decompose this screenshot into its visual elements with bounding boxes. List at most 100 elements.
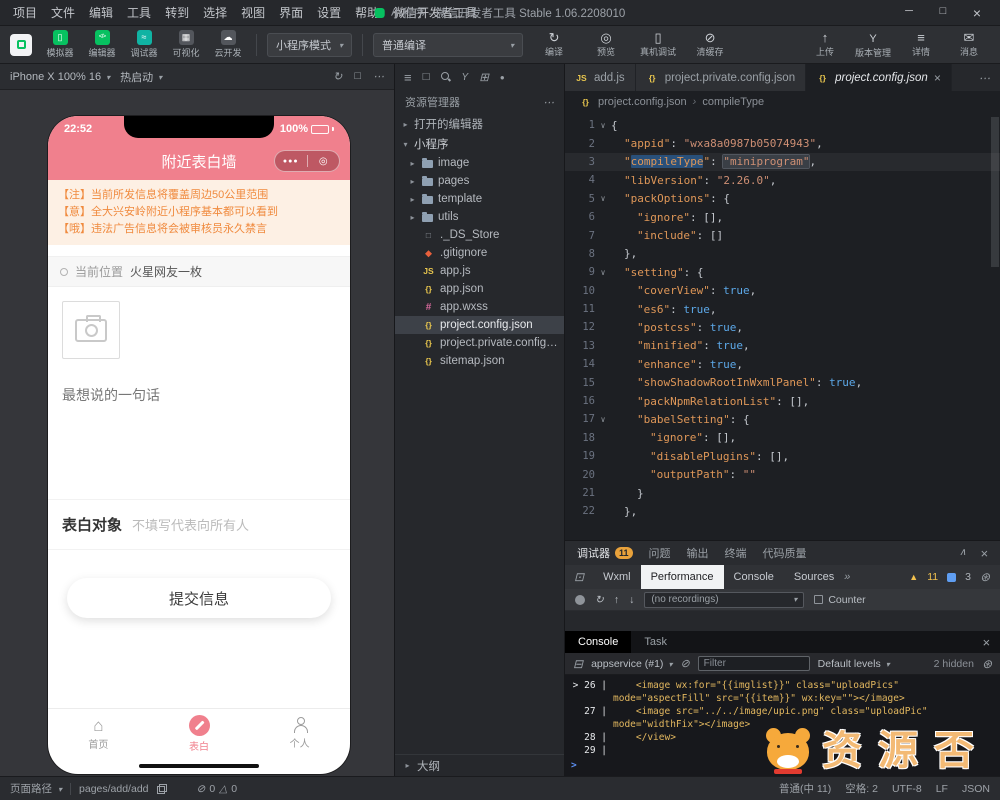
tab-problems[interactable]: 问题 bbox=[649, 545, 671, 561]
counter-checkbox[interactable]: Counter bbox=[814, 594, 866, 606]
device-selector[interactable]: iPhone X 100% 16 bbox=[10, 71, 110, 83]
menu-goto[interactable]: 转到 bbox=[158, 2, 196, 23]
console-output[interactable]: > 26 | <image wx:for="{{imglist}}" class… bbox=[565, 675, 1000, 776]
tree-file-appjson[interactable]: app.json bbox=[395, 280, 564, 298]
capsule-close-icon[interactable]: ◎ bbox=[308, 156, 340, 167]
task-tab[interactable]: Task bbox=[631, 631, 680, 653]
tree-file-projectconfig[interactable]: project.config.json bbox=[395, 316, 564, 334]
issues-icon[interactable] bbox=[947, 572, 957, 582]
close-panel-icon[interactable] bbox=[980, 546, 988, 561]
encoding-indicator[interactable]: UTF-8 bbox=[892, 783, 922, 795]
menu-file[interactable]: 文件 bbox=[44, 2, 82, 23]
eye-icon[interactable] bbox=[680, 657, 689, 670]
compile-mode-dropdown[interactable]: 普通编译 bbox=[373, 32, 524, 57]
tree-file-appjs[interactable]: app.js bbox=[395, 262, 564, 280]
page-path-dropdown[interactable]: 页面路径 bbox=[10, 781, 62, 796]
tree-folder-utils[interactable]: utils bbox=[395, 208, 564, 226]
compile-button[interactable]: 编译 bbox=[533, 31, 575, 58]
close-console-icon[interactable] bbox=[972, 635, 1000, 650]
tab-overflow-button[interactable] bbox=[969, 64, 1000, 91]
tab-code-quality[interactable]: 代码质量 bbox=[763, 545, 807, 561]
tree-folder-template[interactable]: template bbox=[395, 190, 564, 208]
language-indicator[interactable]: JSON bbox=[962, 783, 990, 795]
outline-section[interactable]: 大纲 bbox=[395, 754, 564, 776]
submit-button[interactable]: 提交信息 bbox=[67, 578, 331, 618]
menu-view[interactable]: 视图 bbox=[234, 2, 272, 23]
rotate-icon[interactable] bbox=[333, 70, 342, 83]
minimize-button[interactable] bbox=[892, 5, 926, 21]
more-icon[interactable] bbox=[373, 70, 384, 83]
code-editor[interactable]: 1{ 2"appid": "wxa8a0987b05074943", 3"com… bbox=[565, 113, 1000, 540]
load-profile-icon[interactable] bbox=[614, 594, 619, 606]
copy-icon[interactable] bbox=[156, 783, 167, 794]
close-button[interactable] bbox=[960, 5, 994, 21]
tab-debugger[interactable]: 调试器 11 bbox=[577, 545, 633, 561]
menu-project[interactable]: 项目 bbox=[6, 2, 44, 23]
tree-folder-image[interactable]: image bbox=[395, 154, 564, 172]
close-tab-icon[interactable] bbox=[934, 71, 941, 85]
breadcrumb[interactable]: project.config.json compileType bbox=[565, 91, 1000, 113]
add-photo-button[interactable] bbox=[62, 301, 120, 359]
tab-terminal[interactable]: 终端 bbox=[725, 545, 747, 561]
console-tab[interactable]: Console bbox=[565, 631, 632, 653]
warning-icon[interactable] bbox=[909, 571, 918, 583]
maximize-button[interactable] bbox=[926, 5, 960, 21]
tree-folder-pages[interactable]: pages bbox=[395, 172, 564, 190]
location-row[interactable]: 当前位置 火星网友一枚 bbox=[48, 257, 350, 287]
gear-icon[interactable] bbox=[980, 570, 990, 584]
tab-project-config[interactable]: project.config.json bbox=[806, 64, 952, 91]
menu-interface[interactable]: 界面 bbox=[272, 2, 310, 23]
tree-file-dsstore[interactable]: ._DS_Store bbox=[395, 226, 564, 244]
mode-dropdown[interactable]: 小程序模式 bbox=[267, 32, 353, 57]
extensions-icon[interactable] bbox=[479, 70, 489, 84]
more-tabs-icon[interactable] bbox=[844, 571, 850, 583]
toggle-cloud[interactable]: 云开发 bbox=[210, 30, 246, 59]
devtools-tab-wxml[interactable]: Wxml bbox=[593, 565, 641, 589]
menu-icon[interactable] bbox=[404, 70, 412, 85]
console-filter-input[interactable] bbox=[697, 656, 810, 671]
record-button[interactable] bbox=[575, 594, 585, 605]
more-dots-icon[interactable]: ●●● bbox=[275, 158, 307, 165]
status-dot-icon[interactable] bbox=[500, 71, 505, 83]
remote-debug-button[interactable]: 真机调试 bbox=[637, 31, 679, 58]
editor-scrollbar[interactable] bbox=[991, 117, 999, 267]
version-control-button[interactable]: 版本管理 bbox=[852, 31, 894, 59]
devtools-tab-sources[interactable]: Sources bbox=[784, 565, 844, 589]
console-sidebar-icon[interactable] bbox=[573, 657, 583, 671]
search-icon[interactable] bbox=[440, 72, 451, 82]
clear-cache-button[interactable]: 清缓存 bbox=[689, 31, 731, 58]
indentation-indicator[interactable]: 空格: 2 bbox=[845, 781, 878, 796]
message-textarea[interactable]: 最想说的一句话 bbox=[48, 359, 350, 499]
section-project-root[interactable]: 小程序 bbox=[395, 134, 564, 154]
log-levels-dropdown[interactable]: Default levels bbox=[818, 658, 890, 670]
restart-mode-selector[interactable]: 热启动 bbox=[120, 69, 162, 85]
section-open-editors[interactable]: 打开的编辑器 bbox=[395, 114, 564, 134]
menu-edit[interactable]: 编辑 bbox=[82, 2, 120, 23]
input-mode-indicator[interactable]: 普通(中 11) bbox=[779, 781, 831, 796]
toggle-simulator[interactable]: 模拟器 bbox=[42, 30, 78, 59]
devtools-tab-performance[interactable]: Performance bbox=[640, 565, 724, 589]
tab-home[interactable]: 首页 bbox=[48, 709, 149, 758]
tab-output[interactable]: 输出 bbox=[687, 545, 709, 561]
context-dropdown[interactable]: appservice (#1) bbox=[591, 658, 672, 670]
toggle-debugger[interactable]: 调试器 bbox=[126, 30, 162, 59]
target-input[interactable]: 不填写代表向所有人 bbox=[132, 515, 249, 534]
menu-settings[interactable]: 设置 bbox=[310, 2, 348, 23]
inspect-icon[interactable] bbox=[565, 570, 593, 584]
files-icon[interactable] bbox=[423, 71, 430, 83]
git-icon[interactable] bbox=[462, 71, 469, 83]
problems-summary[interactable]: 0 0 bbox=[197, 783, 237, 795]
expand-panel-icon[interactable] bbox=[959, 546, 966, 561]
reload-record-icon[interactable] bbox=[595, 594, 604, 606]
screenshot-icon[interactable] bbox=[354, 70, 361, 83]
tree-file-appwxss[interactable]: app.wxss bbox=[395, 298, 564, 316]
eol-indicator[interactable]: LF bbox=[936, 783, 948, 795]
tab-private-config[interactable]: project.private.config.json bbox=[635, 64, 807, 91]
gear-icon[interactable] bbox=[982, 657, 992, 671]
tree-file-privateconfig[interactable]: project.private.config.json bbox=[395, 334, 564, 352]
messages-button[interactable]: 消息 bbox=[948, 31, 990, 59]
capsule-menu[interactable]: ●●● ◎ bbox=[274, 150, 340, 172]
toggle-visualizer[interactable]: 可视化 bbox=[168, 30, 204, 59]
tree-file-sitemap[interactable]: sitemap.json bbox=[395, 352, 564, 370]
save-profile-icon[interactable] bbox=[629, 594, 634, 606]
